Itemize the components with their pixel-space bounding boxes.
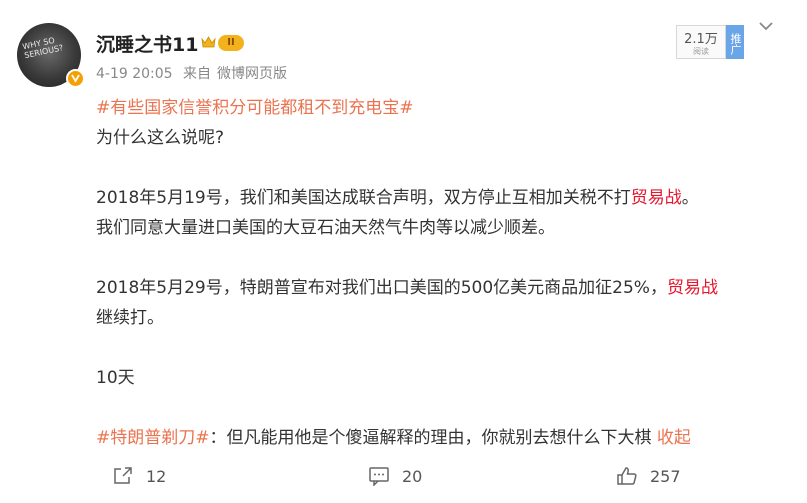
- post-source: 微博网页版: [217, 66, 288, 82]
- chevron-down-icon[interactable]: [758, 20, 774, 32]
- post-meta: 4-19 20:05 来自 微博网页版: [96, 63, 293, 83]
- share-count: 12: [146, 466, 167, 486]
- keyword-link[interactable]: 贸易战: [667, 278, 718, 298]
- topic-link[interactable]: #有些国家信誉积分可能都租不到充电宝#: [96, 98, 414, 118]
- like-count: 257: [650, 466, 681, 486]
- verified-badge-icon: [66, 69, 85, 88]
- keyword-link[interactable]: 贸易战: [631, 188, 682, 208]
- share-button[interactable]: 12: [112, 466, 166, 486]
- read-count: 2.1万: [684, 32, 718, 47]
- username[interactable]: 沉睡之书11: [96, 30, 198, 57]
- post-line: 2018年5月19号，我们和美国达成联合声明，双方停止互相加关税不打: [96, 188, 631, 208]
- comment-icon: [369, 467, 389, 486]
- comment-button[interactable]: 20: [368, 466, 422, 486]
- avatar-text: WHY SO SERIOUS?: [21, 35, 65, 61]
- promote-button[interactable]: 推广: [726, 25, 744, 59]
- read-count-box: 2.1万 阅读: [676, 25, 726, 59]
- thumbs-up-icon: [617, 467, 637, 485]
- comment-count: 20: [402, 466, 423, 486]
- action-bar: 12 20 257: [0, 452, 807, 503]
- like-button[interactable]: 257: [616, 466, 681, 486]
- post-line: 为什么这么说呢?: [96, 128, 225, 148]
- level-badge[interactable]: II: [218, 35, 244, 51]
- collapse-button[interactable]: 收起: [657, 428, 691, 448]
- topic-link[interactable]: #特朗普剃刀#: [96, 428, 210, 448]
- read-label: 阅读: [693, 47, 709, 56]
- crown-icon: [201, 36, 216, 48]
- post-line: 继续打。: [96, 308, 164, 328]
- source-prefix: 来自: [183, 66, 212, 82]
- post-line: 2018年5月29号，特朗普宣布对我们出口美国的500亿美元商品加征25%，: [96, 278, 667, 298]
- share-icon: [114, 467, 132, 484]
- post-content: #有些国家信誉积分可能都租不到充电宝# 为什么这么说呢? 2018年5月19号，…: [96, 93, 796, 453]
- post-date[interactable]: 4-19 20:05: [96, 66, 173, 82]
- post-line: 10天: [96, 368, 135, 388]
- post-line: ：但凡能用他是个傻逼解释的理由，你就别去想什么下大棋: [209, 428, 652, 448]
- post-line: 我们同意大量进口美国的大豆石油天然气牛肉等以减少顺差。: [96, 218, 555, 238]
- post-line: 。: [681, 188, 699, 208]
